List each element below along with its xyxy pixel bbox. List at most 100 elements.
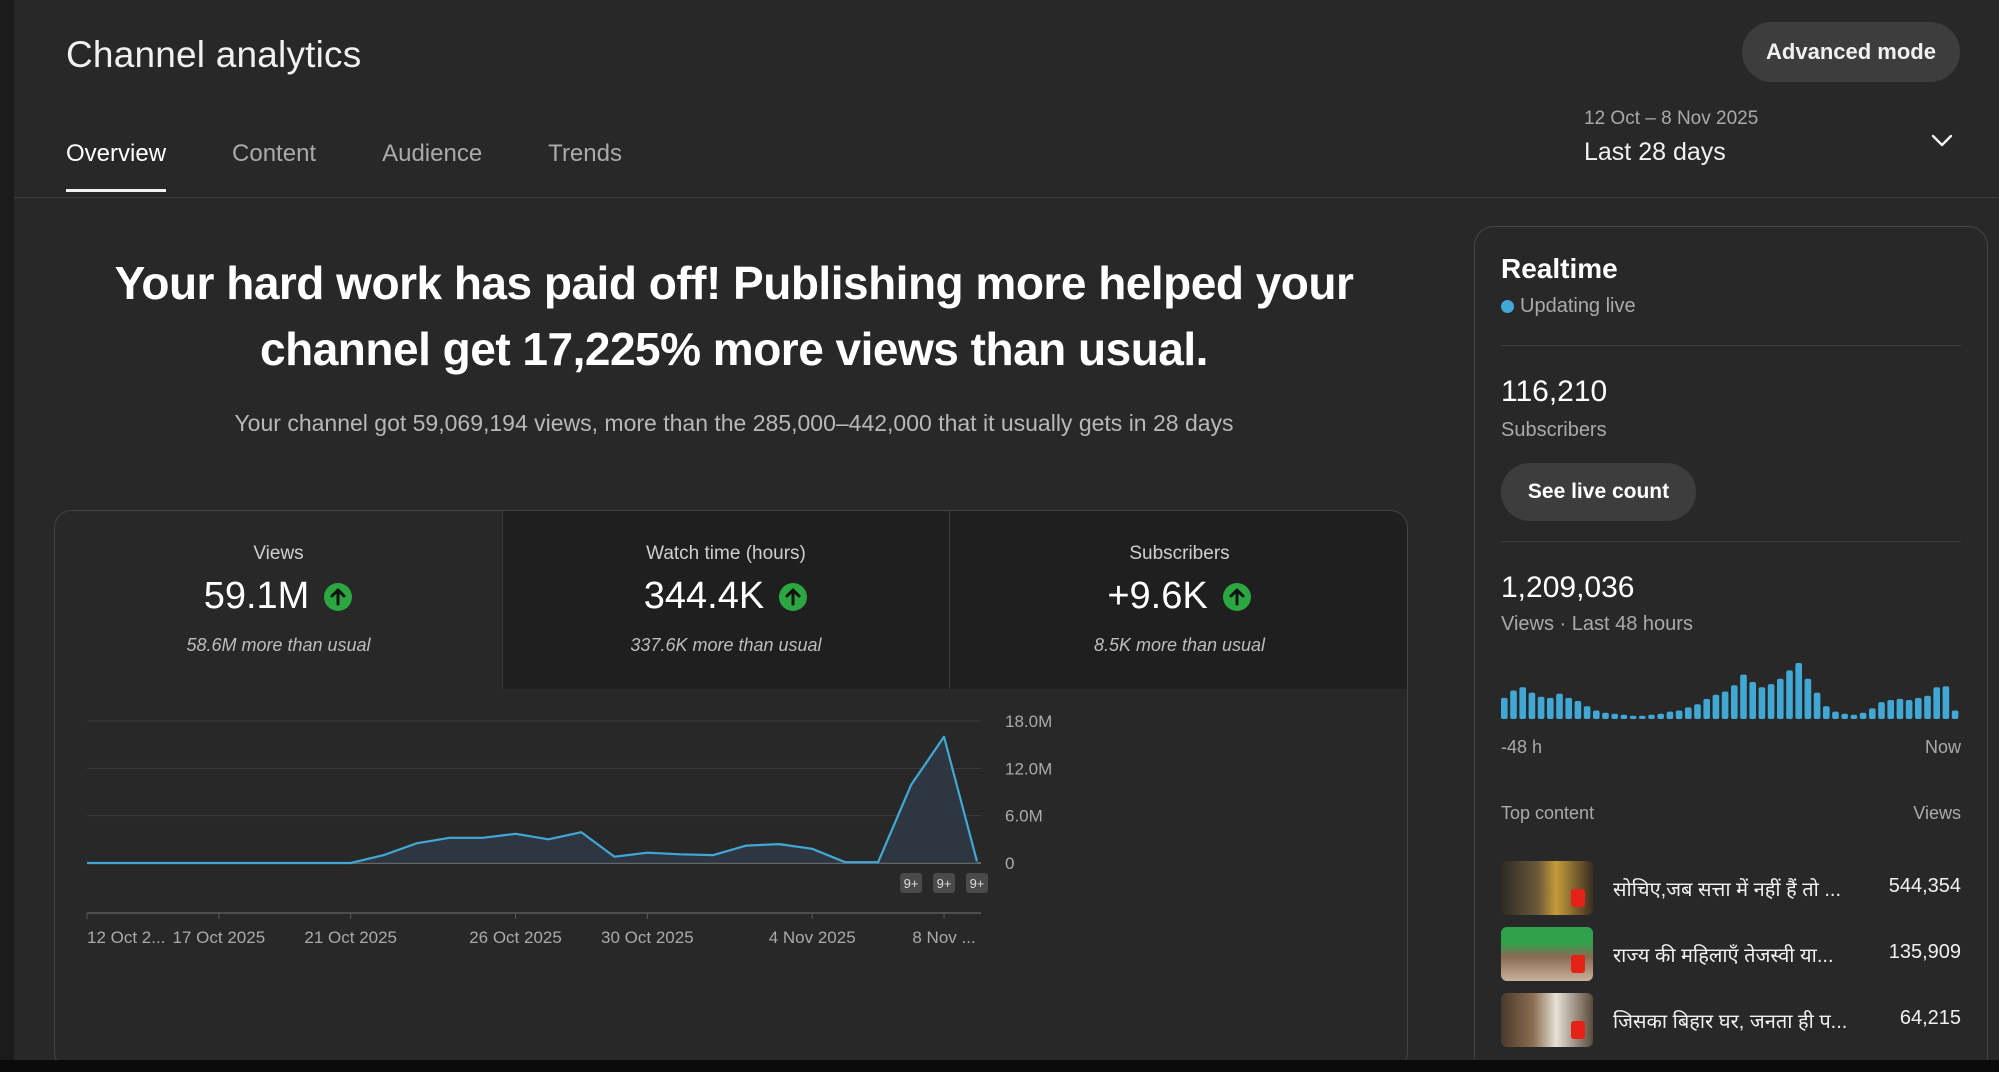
- realtime-bar: [1841, 713, 1848, 719]
- top-content-row[interactable]: जिसका बिहार घर, जनता ही प... 64,215: [1501, 993, 1961, 1047]
- date-range-text[interactable]: 12 Oct – 8 Nov 2025: [1584, 108, 1758, 130]
- realtime-bar: [1795, 663, 1802, 719]
- realtime-bar: [1583, 706, 1591, 719]
- window-bottom-edge: [0, 1060, 1999, 1072]
- top-content-views-label: Views: [1913, 803, 1961, 823]
- realtime-bar: [1675, 710, 1683, 719]
- x-tick-label: 8 Nov ...: [912, 928, 975, 947]
- arrow-up-icon: [324, 582, 353, 611]
- realtime-bar: [1620, 714, 1628, 719]
- metric-label: Views: [253, 543, 304, 564]
- metric-tab-subscribers[interactable]: Subscribers +9.6K 8.5K more than usual: [949, 511, 1407, 689]
- summary-headline-line-2: channel get 17,225% more views than usua…: [260, 323, 1208, 375]
- realtime-bar: [1731, 685, 1738, 719]
- realtime-views-value: 1,209,036: [1501, 571, 1635, 604]
- window-left-edge: [0, 0, 14, 1072]
- realtime-bar-chart[interactable]: [1501, 657, 1961, 721]
- video-thumbnail[interactable]: [1501, 993, 1593, 1047]
- realtime-bar: [1648, 714, 1655, 719]
- tab-trends[interactable]: Trends: [548, 140, 622, 192]
- realtime-bar: [1758, 687, 1766, 719]
- summary-headline: Your hard work has paid off! Publishing …: [94, 250, 1374, 382]
- realtime-bar: [1878, 702, 1885, 719]
- arrow-up-icon: [1222, 582, 1251, 611]
- realtime-bar: [1528, 692, 1536, 719]
- realtime-views-label: Views · Last 48 hours: [1501, 613, 1693, 635]
- realtime-bar: [1574, 701, 1582, 719]
- area-fill: [87, 736, 977, 863]
- advanced-mode-button[interactable]: Advanced mode: [1742, 22, 1960, 82]
- realtime-bar: [1629, 715, 1637, 719]
- analytics-page: Channel analytics Advanced mode Overview…: [14, 0, 1999, 1072]
- y-tick-label: 18.0M: [1005, 712, 1052, 731]
- realtime-bar: [1565, 697, 1572, 719]
- realtime-bar: [1933, 687, 1940, 719]
- metric-value-row: +9.6K: [950, 575, 1407, 618]
- realtime-bar: [1556, 693, 1563, 719]
- video-thumbnail[interactable]: [1501, 927, 1593, 981]
- x-tick-label: 30 Oct 2025: [601, 928, 694, 947]
- summary-subline: Your channel got 59,069,194 views, more …: [234, 410, 1234, 436]
- realtime-bar: [1666, 711, 1674, 719]
- tab-overview[interactable]: Overview: [66, 140, 167, 192]
- summary-headline-line-1: Your hard work has paid off! Publishing …: [114, 257, 1354, 309]
- realtime-bar: [1924, 695, 1931, 719]
- chevron-down-icon[interactable]: [1928, 126, 1956, 154]
- realtime-bar: [1786, 670, 1793, 719]
- x-tick-label: 17 Oct 2025: [173, 928, 266, 947]
- live-dot-icon: [1501, 300, 1514, 313]
- realtime-bar: [1657, 713, 1664, 719]
- top-content-title[interactable]: जिसका बिहार घर, जनता ही प...: [1613, 1007, 1847, 1034]
- realtime-bar: [1942, 686, 1950, 719]
- tab-content[interactable]: Content: [232, 140, 316, 192]
- marker-label: 9+: [970, 876, 985, 891]
- realtime-bar: [1537, 696, 1545, 719]
- realtime-subscribers-label: Subscribers: [1501, 419, 1607, 441]
- realtime-bar: [1519, 687, 1526, 719]
- tab-audience[interactable]: Audience: [382, 140, 482, 192]
- tab-bar: Overview Content Audience Trends: [66, 140, 688, 192]
- realtime-bar: [1510, 690, 1517, 719]
- realtime-axis-start: -48 h: [1501, 737, 1543, 757]
- shorts-icon: [1571, 955, 1585, 973]
- metric-value: 344.4K: [643, 575, 765, 617]
- top-content-views: 544,354: [1888, 875, 1961, 897]
- top-content-title[interactable]: राज्य की महिलाएँ तेजस्वी या...: [1613, 941, 1834, 968]
- metric-value: +9.6K: [1107, 575, 1208, 617]
- realtime-bar: [1777, 678, 1784, 719]
- realtime-bar: [1547, 697, 1554, 719]
- metric-note: 8.5K more than usual: [1093, 635, 1266, 655]
- divider: [1501, 345, 1961, 346]
- realtime-bar: [1767, 684, 1775, 719]
- realtime-subscribers-value: 116,210: [1501, 375, 1608, 408]
- see-live-count-button[interactable]: See live count: [1501, 463, 1696, 521]
- realtime-bar: [1832, 711, 1839, 719]
- shorts-icon: [1571, 1021, 1585, 1039]
- top-content-label: Top content: [1501, 803, 1595, 823]
- shorts-icon: [1571, 889, 1585, 907]
- metric-tab-views[interactable]: Views 59.1M 58.6M more than usual: [55, 511, 502, 689]
- top-content-row[interactable]: राज्य की महिलाएँ तेजस्वी या... 135,909: [1501, 927, 1961, 981]
- date-period-label[interactable]: Last 28 days: [1584, 138, 1726, 167]
- realtime-axis-end: Now: [1924, 737, 1961, 757]
- realtime-bar: [1896, 698, 1904, 719]
- top-content-row[interactable]: सोचिए,जब सत्ता में नहीं हैं तो ... 544,3…: [1501, 861, 1961, 915]
- realtime-card: Realtime Updating live 116,210 Subscribe…: [1474, 226, 1988, 1072]
- realtime-bar: [1639, 715, 1646, 719]
- y-tick-label: 0: [1005, 854, 1014, 873]
- overview-chart-card: Views 59.1M 58.6M more than usual Watch …: [54, 510, 1408, 1070]
- realtime-bar: [1740, 674, 1747, 719]
- realtime-bar: [1850, 714, 1858, 719]
- video-thumbnail[interactable]: [1501, 861, 1593, 915]
- realtime-bar: [1749, 682, 1756, 719]
- page-title: Channel analytics: [66, 34, 362, 75]
- realtime-bar: [1703, 698, 1710, 719]
- divider: [1501, 541, 1961, 542]
- realtime-bar: [1869, 708, 1876, 719]
- marker-label: 9+: [904, 876, 919, 891]
- metric-note: 58.6M more than usual: [186, 635, 371, 655]
- metric-tab-watch-time[interactable]: Watch time (hours) 344.4K 337.6K more th…: [502, 511, 949, 689]
- top-content-title[interactable]: सोचिए,जब सत्ता में नहीं हैं तो ...: [1613, 875, 1841, 902]
- x-tick-label: 21 Oct 2025: [304, 928, 397, 947]
- realtime-bar: [1823, 706, 1830, 719]
